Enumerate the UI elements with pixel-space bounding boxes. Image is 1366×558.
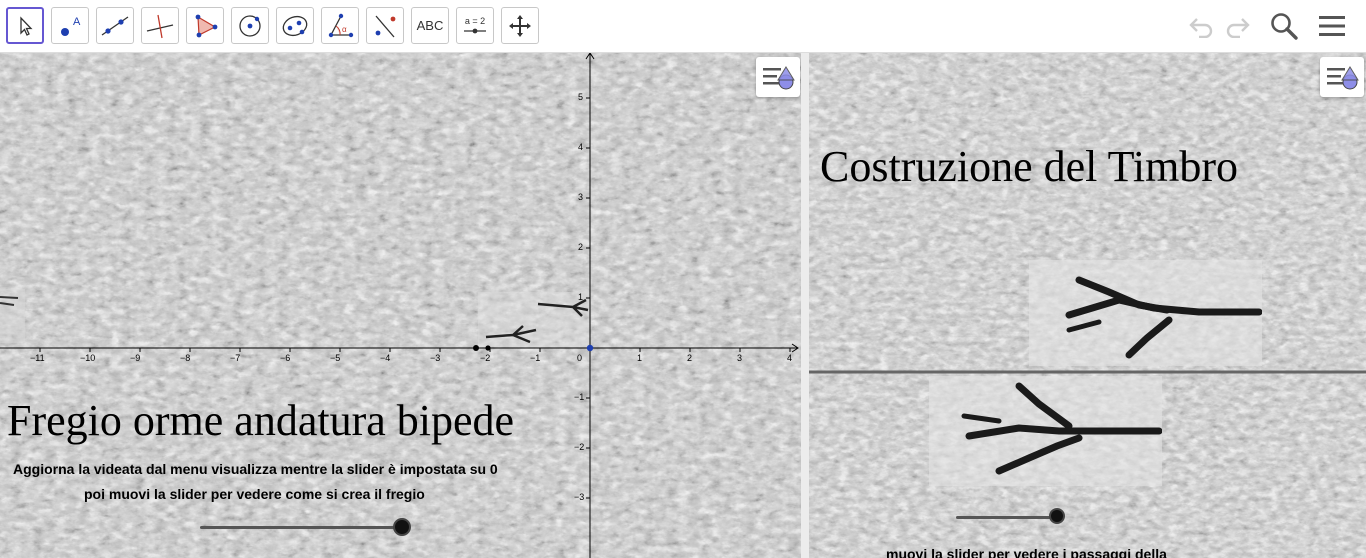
bird-footprint-stamp-image — [1065, 276, 1262, 359]
graphics-view-1[interactable]: −11 −10 −9 −8 −7 −6 −5 −4 −3 −2 −1 0 1 2 3 4 5 4 3 2 1 −1 −2−… — [0, 53, 801, 558]
y-tick-label: 4 — [578, 142, 584, 152]
x-tick-label: −7 — [230, 353, 241, 363]
y-tick-label: −2 — [574, 442, 585, 452]
svg-text:A: A — [73, 16, 81, 28]
text-tool-label: ABC — [416, 18, 444, 33]
style-bar-icon — [763, 66, 795, 90]
line-icon — [101, 15, 129, 36]
y-tick-label: 1 — [578, 292, 584, 302]
circle-icon — [239, 14, 261, 37]
perpendicular-line-tool[interactable] — [141, 7, 179, 44]
x-tick-label: 4 — [787, 353, 793, 363]
style-bar-icon-2 — [1327, 66, 1359, 90]
polygon-tool[interactable] — [186, 7, 224, 44]
x-tick-label: −6 — [280, 353, 291, 363]
move-tool[interactable] — [6, 7, 44, 44]
redo-button[interactable] — [1222, 10, 1254, 42]
fregio-title: Fregio orme andatura bipede — [7, 396, 515, 445]
polygon-icon — [195, 14, 218, 37]
timbro-slider-thumb[interactable] — [1049, 508, 1065, 524]
x-tick-label: −1 — [530, 353, 541, 363]
slider-tool[interactable]: a = 2 — [456, 7, 494, 44]
y-tick-label: −3 — [574, 492, 585, 502]
move-arrows-icon — [509, 14, 531, 37]
timbro-instruction-text: muovi la slider per vedere i passaggi de… — [886, 546, 1167, 558]
x-tick-label: 0 — [577, 353, 583, 363]
x-tick-label: −2 — [480, 353, 491, 363]
undo-button[interactable] — [1185, 10, 1217, 42]
y-tick-label: 3 — [578, 192, 584, 202]
circle-tool[interactable] — [231, 7, 269, 44]
instruction-line-1: Aggiorna la videata dal menu visualizza … — [13, 461, 498, 477]
bird-footprint-reflected-image — [961, 382, 1162, 475]
cursor-arrow-icon — [20, 15, 33, 36]
ellipse-icon — [282, 15, 308, 36]
menu-icon — [1319, 16, 1345, 36]
x-tick-label: −3 — [430, 353, 441, 363]
coordinate-axes — [0, 53, 799, 558]
timbro-title: Costruzione del Timbro — [820, 142, 1239, 191]
fregio-slider-track — [200, 526, 402, 529]
timbro-slider[interactable] — [956, 508, 1066, 526]
view-divider[interactable] — [801, 53, 809, 558]
main-menu-button[interactable] — [1316, 10, 1348, 42]
angle-icon: α — [328, 13, 354, 37]
perpendicular-icon — [146, 14, 174, 38]
style-bar-toggle-button-2[interactable] — [1320, 57, 1364, 97]
line-tool[interactable] — [96, 7, 134, 44]
move-graphics-view-tool[interactable] — [501, 7, 539, 44]
instruction-line-2: poi muovi la slider per vedere come si c… — [84, 486, 425, 502]
x-tick-label: −9 — [130, 353, 141, 363]
y-tick-label: 5 — [578, 92, 584, 102]
x-tick-label: −8 — [180, 353, 191, 363]
x-tick-label: −5 — [330, 353, 341, 363]
point-icon: A — [61, 16, 81, 36]
point-tool[interactable]: A — [51, 7, 89, 44]
x-tick-label: −11 — [30, 353, 45, 363]
angle-tool[interactable]: α — [321, 7, 359, 44]
graphics-view-2[interactable]: Costruzione del Timbro muovi la slider p… — [809, 53, 1366, 558]
toolbar: A α ABC a = 2 — [0, 0, 1366, 53]
style-bar-toggle-button[interactable] — [756, 57, 800, 97]
fregio-slider[interactable] — [200, 517, 411, 537]
svg-text:α: α — [342, 25, 347, 34]
reflect-tool[interactable] — [366, 7, 404, 44]
fregio-slider-thumb[interactable] — [393, 518, 411, 536]
y-tick-label: 2 — [578, 242, 584, 252]
x-tick-label: −4 — [380, 353, 391, 363]
redo-icon — [1226, 18, 1250, 38]
y-tick-label: −1 — [574, 392, 585, 402]
slider-icon: a = 2 — [464, 16, 486, 33]
x-tick-label: 1 — [637, 353, 643, 363]
timbro-slider-track — [956, 516, 1057, 519]
slider-tool-label: a = 2 — [465, 16, 485, 26]
x-tick-label: 2 — [687, 353, 693, 363]
reflect-icon — [375, 15, 396, 37]
search-button[interactable] — [1268, 10, 1300, 42]
conic-tool[interactable] — [276, 7, 314, 44]
x-tick-label: −10 — [80, 353, 96, 363]
search-icon — [1271, 13, 1298, 40]
text-tool[interactable]: ABC — [411, 7, 449, 44]
x-tick-label: 3 — [737, 353, 743, 363]
undo-icon — [1189, 18, 1213, 38]
